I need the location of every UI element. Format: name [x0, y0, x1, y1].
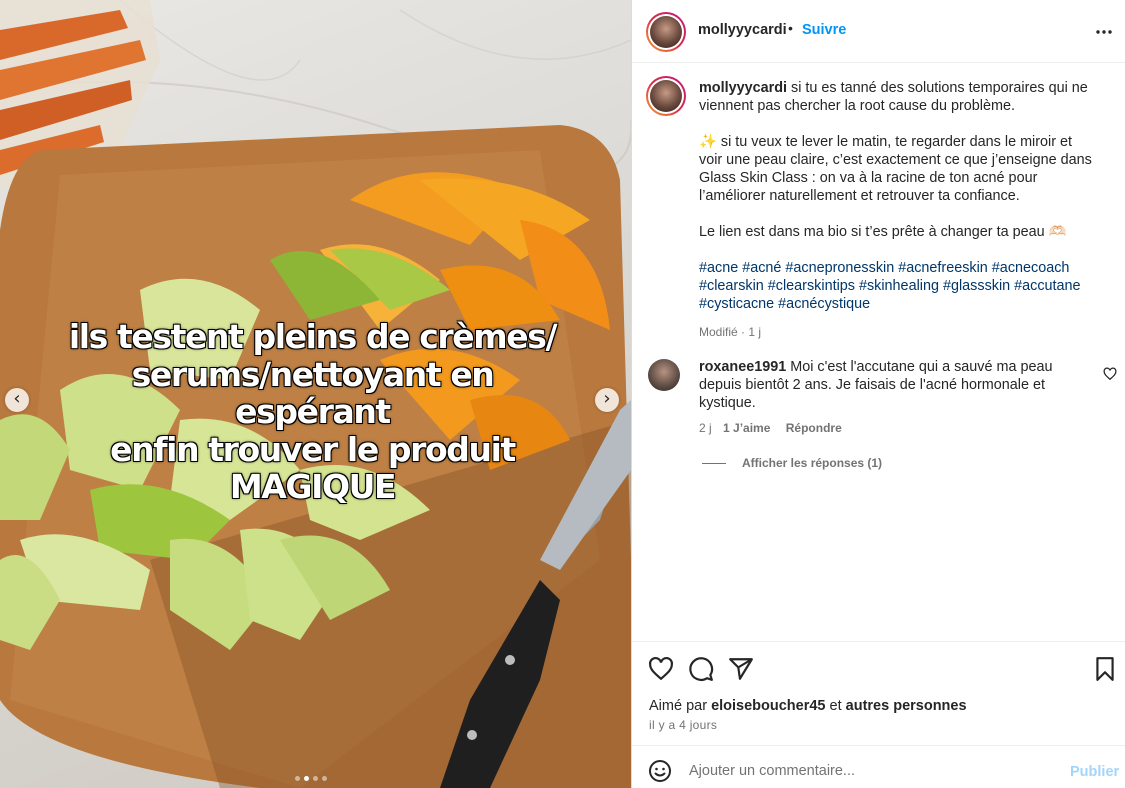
post-media: ils testent pleins de crèmes/ serums/net… — [0, 0, 631, 788]
follow-button[interactable]: Suivre — [802, 22, 846, 38]
caption-paragraph: mollyyycardi si tu es tanné des solution… — [699, 79, 1099, 115]
caption-author-avatar[interactable] — [646, 76, 686, 116]
carousel-indicator — [295, 776, 327, 781]
caption-hashtags[interactable]: #acne #acné #acnepronesskin #acnefreeski… — [699, 259, 1099, 313]
author-username[interactable]: mollyyycardi — [698, 22, 787, 38]
overlay-line: serums/nettoyant en espérant — [131, 354, 495, 431]
liked-by-others[interactable]: autres personnes — [846, 698, 967, 714]
comment-composer: Publier — [632, 745, 1125, 788]
paper-plane-icon[interactable] — [728, 656, 754, 682]
caption-username[interactable]: mollyyycardi — [699, 80, 787, 96]
liked-by-prefix: Aimé par — [649, 698, 708, 714]
replies-divider-line — [702, 463, 726, 465]
liked-by-user[interactable]: eloiseboucher45 — [711, 698, 825, 714]
comment-like-icon[interactable] — [1103, 367, 1117, 381]
commenter-avatar[interactable] — [648, 359, 680, 391]
overlay-line: MAGIQUE — [229, 467, 397, 506]
liked-by-middle: et — [829, 698, 842, 714]
author-avatar[interactable] — [646, 12, 686, 52]
post-timestamp[interactable]: il y a 4 jours — [649, 718, 717, 732]
avatar-image — [650, 80, 682, 112]
comment-age: 2 j — [699, 421, 712, 435]
reply-button[interactable]: Répondre — [786, 421, 842, 435]
carousel-dot — [295, 776, 300, 781]
post-caption: mollyyycardi si tu es tanné des solution… — [699, 79, 1099, 341]
caption-paragraph: ✨ si tu veux te lever le matin, te regar… — [699, 134, 1092, 204]
comment-username[interactable]: roxanee1991 — [699, 359, 786, 375]
comment-likes-count[interactable]: 1 J’aime — [723, 421, 770, 435]
avatar-image — [650, 16, 682, 48]
post-header: mollyyycardi • Suivre — [632, 0, 1125, 63]
post-actions: Aimé par eloiseboucher45 et autres perso… — [632, 641, 1125, 745]
liked-by: Aimé par eloiseboucher45 et autres perso… — [649, 698, 967, 714]
carousel-dot — [322, 776, 327, 781]
comments-section[interactable]: mollyyycardi si tu es tanné des solution… — [632, 64, 1125, 641]
smiley-icon[interactable] — [648, 759, 672, 783]
comment-meta: 2 j 1 J’aime Répondre — [699, 421, 842, 435]
carousel-dot-active — [304, 776, 309, 781]
caption-paragraph: Le lien est dans ma bio si t’es prête à … — [699, 224, 1067, 240]
caption-meta: Modifié · 1 j — [699, 325, 762, 339]
comment-bubble-icon[interactable] — [688, 656, 714, 682]
comment-input[interactable] — [689, 759, 1049, 783]
publish-button[interactable]: Publier — [1070, 764, 1119, 780]
heart-icon[interactable] — [648, 656, 674, 682]
previous-slide-button[interactable]: ‹ — [5, 388, 29, 412]
separator-dot: • — [788, 20, 793, 36]
carousel-dot — [313, 776, 318, 781]
overlay-line: ils testent pleins de crèmes/ — [68, 317, 558, 356]
media-overlay-text: ils testent pleins de crèmes/ serums/net… — [50, 318, 575, 506]
comment-item: roxanee1991 Moi c'est l'accutane qui a s… — [699, 358, 1079, 412]
chevron-left-icon: ‹ — [13, 388, 21, 409]
view-replies-button[interactable]: Afficher les réponses (1) — [702, 456, 882, 470]
overlay-line: enfin trouver le produit — [110, 429, 516, 469]
post-details-panel: mollyyycardi • Suivre mollyyycardi si tu… — [631, 0, 1125, 788]
bookmark-icon[interactable] — [1092, 656, 1118, 682]
view-replies-label: Afficher les réponses (1) — [742, 456, 883, 470]
next-slide-button[interactable]: › — [595, 388, 619, 412]
chevron-right-icon: › — [603, 388, 611, 409]
more-horizontal-icon[interactable] — [1094, 22, 1114, 42]
